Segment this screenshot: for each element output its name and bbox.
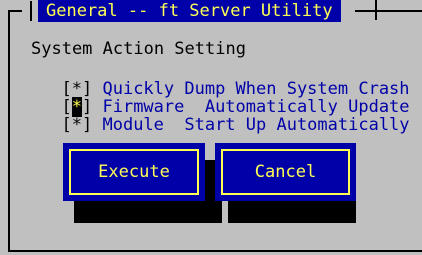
title-left-tick xyxy=(30,1,32,21)
title-right-tick xyxy=(375,0,377,20)
cancel-button-label: Cancel xyxy=(254,162,317,182)
checkbox-module-startup[interactable]: [*] xyxy=(61,115,92,135)
cancel-button[interactable]: Cancel xyxy=(215,143,356,201)
section-heading: System Action Setting xyxy=(31,39,246,59)
execute-button-label: Execute xyxy=(98,162,170,182)
execute-button[interactable]: Execute xyxy=(63,143,205,201)
dialog-title: General -- ft Server Utility xyxy=(38,0,341,22)
title-bar: General -- ft Server Utility xyxy=(22,0,355,22)
option-module-startup[interactable]: [*] Module Start Up Automatically xyxy=(41,98,410,135)
option-label: Module Start Up Automatically xyxy=(102,115,410,135)
